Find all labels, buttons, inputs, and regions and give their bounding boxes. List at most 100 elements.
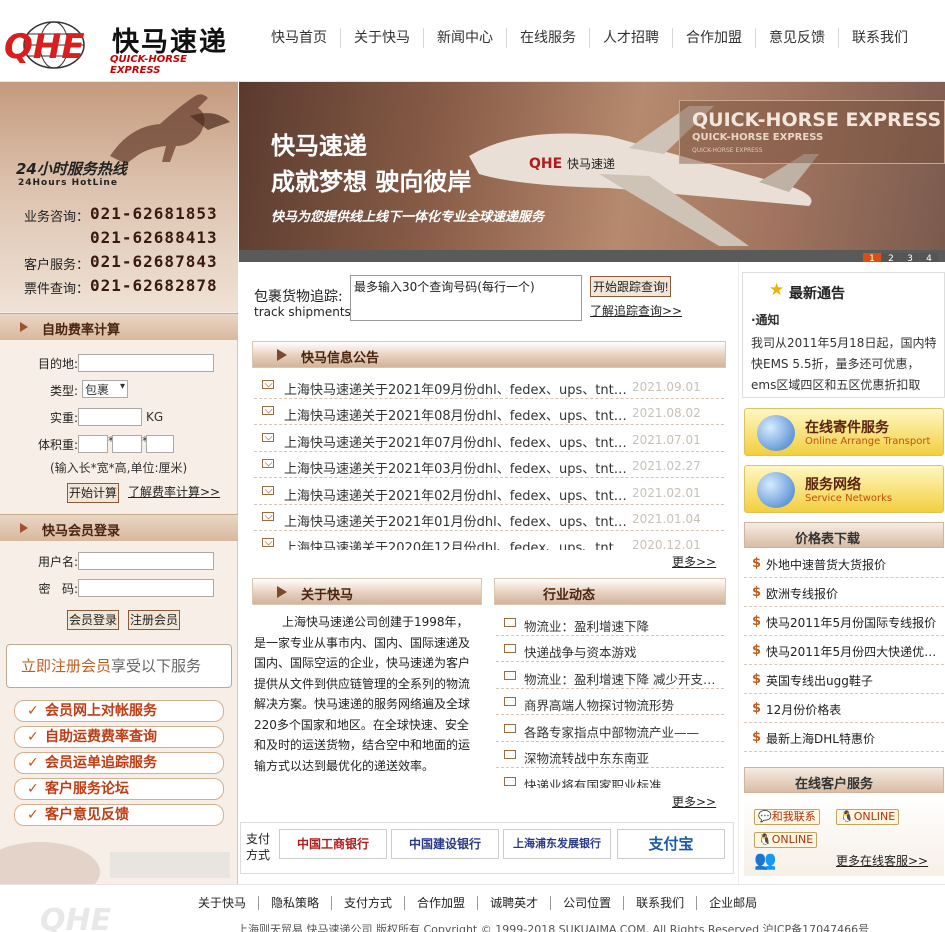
volume-width-input[interactable]	[112, 435, 142, 453]
qq-online-button[interactable]: 🐧ONLINE	[754, 832, 818, 848]
news-item[interactable]: 上海快马速递关于2021年03月份dhl、fedex、ups、tnt燃油附加费2…	[254, 452, 724, 478]
news-item-title[interactable]: 上海快马速递关于2021年01月份dhl、fedex、ups、tnt燃油附加费	[284, 511, 634, 530]
footer-link-privacy[interactable]: 隐私策略	[258, 896, 331, 910]
promo-item[interactable]: 会员运单追踪服务	[14, 752, 224, 774]
calc-button[interactable]: 开始计算	[67, 483, 120, 503]
price-item-title[interactable]: 英国专线出ugg鞋子	[766, 672, 938, 689]
price-header: 价格表下载	[744, 522, 944, 548]
footer-link-payment[interactable]: 支付方式	[331, 896, 404, 910]
site-logo[interactable]: QHE 快马速递 QUICK-HORSE EXPRESS	[4, 14, 240, 76]
envelope-icon	[504, 644, 516, 653]
spdb-logo[interactable]: 上海浦东发展银行	[503, 829, 611, 859]
promo-item[interactable]: 自助运费费率查询	[14, 726, 224, 748]
login-title: 快马会员登录	[42, 524, 121, 539]
industry-item[interactable]: 深物流转战中东东南亚	[496, 742, 724, 768]
weight-unit: KG	[146, 410, 164, 424]
industry-item[interactable]: 各路专家指点中部物流产业——	[496, 716, 724, 742]
username-input[interactable]	[78, 552, 214, 570]
weight-input[interactable]	[78, 408, 142, 426]
price-item[interactable]: $ 最新上海DHL特惠价	[744, 723, 944, 752]
news-item[interactable]: 上海快马速递关于2020年12月份dhl、fedex、ups、tnt燃油附加费2…	[254, 531, 724, 550]
price-item-title[interactable]: 外地中速普货大货报价	[766, 556, 938, 573]
type-select[interactable]: 包裹 ▾	[82, 380, 128, 398]
rate-detail-link[interactable]: 了解费率计算>>	[128, 483, 220, 500]
news-item[interactable]: 上海快马速递关于2021年08月份dhl、fedex、ups、tnt燃油附加费2…	[254, 399, 724, 425]
news-item-title[interactable]: 上海快马速递关于2021年07月份dhl、fedex、ups、tnt燃油附加费	[284, 432, 634, 451]
news-item-title[interactable]: 上海快马速递关于2020年12月份dhl、fedex、ups、tnt燃油附加费	[284, 537, 634, 550]
industry-item[interactable]: 商界高端人物探讨物流形势	[496, 689, 724, 715]
price-item-title[interactable]: 最新上海DHL特惠价	[766, 730, 938, 747]
promo-tail: 享受以下服务	[111, 657, 202, 675]
promo-text: 立即注册会员享受以下服务	[21, 655, 201, 676]
footer-link-mail[interactable]: 企业邮局	[696, 896, 769, 910]
alipay-logo[interactable]: 支付宝	[617, 829, 725, 859]
industry-item-title[interactable]: 深物流转战中东东南亚	[524, 748, 718, 767]
volume-length-input[interactable]	[78, 435, 108, 453]
envelope-icon	[504, 750, 516, 759]
nav-news[interactable]: 新闻中心	[423, 28, 506, 48]
customer-service-header: 在线客户服务	[744, 767, 944, 793]
nav-careers[interactable]: 人才招聘	[589, 28, 672, 48]
news-item-title[interactable]: 上海快马速递关于2021年08月份dhl、fedex、ups、tnt燃油附加费	[284, 405, 634, 424]
more-online-service-link[interactable]: 更多在线客服>>	[836, 852, 928, 869]
news-item-title[interactable]: 上海快马速递关于2021年03月份dhl、fedex、ups、tnt燃油附加费	[284, 458, 634, 477]
news-item[interactable]: 上海快马速递关于2021年01月份dhl、fedex、ups、tnt燃油附加费2…	[254, 505, 724, 531]
industry-item[interactable]: 快递业将有国家职业标准	[496, 769, 724, 788]
price-item[interactable]: $ 英国专线出ugg鞋子	[744, 665, 944, 694]
news-item-title[interactable]: 上海快马速递关于2021年02月份dhl、fedex、ups、tnt燃油附加费	[284, 485, 634, 504]
promo-register-box[interactable]: 立即注册会员享受以下服务	[6, 644, 232, 688]
qq-online-button[interactable]: 🐧ONLINE	[836, 809, 900, 825]
news-more-link[interactable]: 更多>>	[672, 553, 716, 570]
start-tracking-button[interactable]: 开始跟踪查询!	[590, 276, 672, 297]
footer-link-about[interactable]: 关于快马	[186, 896, 258, 910]
online-arrange-service[interactable]: 在线寄件服务 Online Arrange Transport	[744, 408, 944, 456]
news-item[interactable]: 上海快马速递关于2021年07月份dhl、fedex、ups、tnt燃油附加费2…	[254, 426, 724, 452]
price-item-title[interactable]: 快马2011年5月份四大快递优惠价	[766, 643, 938, 660]
tracking-numbers-input[interactable]: 最多输入30个查询号码(每行一个)	[350, 275, 582, 321]
nav-about[interactable]: 关于快马	[340, 28, 423, 48]
service-network[interactable]: 服务网络 Service Networks	[744, 465, 944, 513]
member-login-button[interactable]: 会员登录	[67, 610, 120, 630]
news-header: 快马信息公告	[252, 341, 726, 368]
footer-link-contact[interactable]: 联系我们	[623, 896, 696, 910]
nav-home[interactable]: 快马首页	[258, 28, 340, 48]
icbc-logo[interactable]: 中国工商银行	[279, 829, 387, 859]
price-item-title[interactable]: 快马2011年5月份国际专线报价	[766, 614, 938, 631]
price-item[interactable]: $ 欧洲专线报价	[744, 578, 944, 607]
tracking-help-link[interactable]: 了解追踪查询>>	[590, 302, 682, 319]
price-item[interactable]: $12月份价格表	[744, 694, 944, 723]
industry-item-title[interactable]: 物流业：盈利增速下降	[524, 616, 718, 635]
price-item-title[interactable]: 欧洲专线报价	[766, 585, 938, 602]
industry-item-title[interactable]: 快递战争与资本游戏	[524, 642, 718, 661]
footer-link-careers[interactable]: 诚聘英才	[477, 896, 550, 910]
dest-input[interactable]	[78, 354, 214, 372]
news-item-title[interactable]: 上海快马速递关于2021年09月份dhl、fedex、ups、tnt燃油附加费	[284, 379, 634, 398]
industry-item[interactable]: 物流业：盈利增速下降 减少开支提效益	[496, 663, 724, 689]
nav-feedback[interactable]: 意见反馈	[755, 28, 838, 48]
nav-online-service[interactable]: 在线服务	[506, 28, 589, 48]
ccb-logo[interactable]: 中国建设银行	[391, 829, 499, 859]
price-item[interactable]: $ 快马2011年5月份四大快递优惠价	[744, 636, 944, 665]
nav-contact[interactable]: 联系我们	[838, 28, 921, 48]
promo-item[interactable]: 会员网上对帐服务	[14, 700, 224, 722]
footer-link-partnership[interactable]: 合作加盟	[404, 896, 477, 910]
industry-item-title[interactable]: 物流业：盈利增速下降 减少开支提效益	[524, 669, 718, 688]
price-item[interactable]: $ 外地中速普货大货报价	[744, 549, 944, 578]
news-item[interactable]: 上海快马速递关于2021年09月份dhl、fedex、ups、tnt燃油附加费2…	[254, 373, 724, 399]
dest-label: 目的地:	[37, 357, 78, 371]
password-input[interactable]	[78, 579, 214, 597]
industry-item[interactable]: 物流业：盈利增速下降	[496, 610, 724, 636]
industry-item-title[interactable]: 商界高端人物探讨物流形势	[524, 695, 718, 714]
contact-me-button[interactable]: 💬和我联系	[754, 809, 820, 825]
industry-more-link[interactable]: 更多>>	[672, 793, 716, 810]
footer-link-location[interactable]: 公司位置	[550, 896, 623, 910]
industry-item-title[interactable]: 各路专家指点中部物流产业——	[524, 722, 718, 741]
price-item-title[interactable]: 12月份价格表	[766, 701, 938, 718]
price-item[interactable]: $ 快马2011年5月份国际专线报价	[744, 607, 944, 636]
volume-height-input[interactable]	[146, 435, 174, 453]
industry-item[interactable]: 快递战争与资本游戏	[496, 636, 724, 662]
nav-partnership[interactable]: 合作加盟	[672, 28, 755, 48]
industry-item-title[interactable]: 快递业将有国家职业标准	[524, 775, 718, 788]
news-item[interactable]: 上海快马速递关于2021年02月份dhl、fedex、ups、tnt燃油附加费2…	[254, 479, 724, 505]
register-member-button[interactable]: 注册会员	[128, 610, 181, 630]
